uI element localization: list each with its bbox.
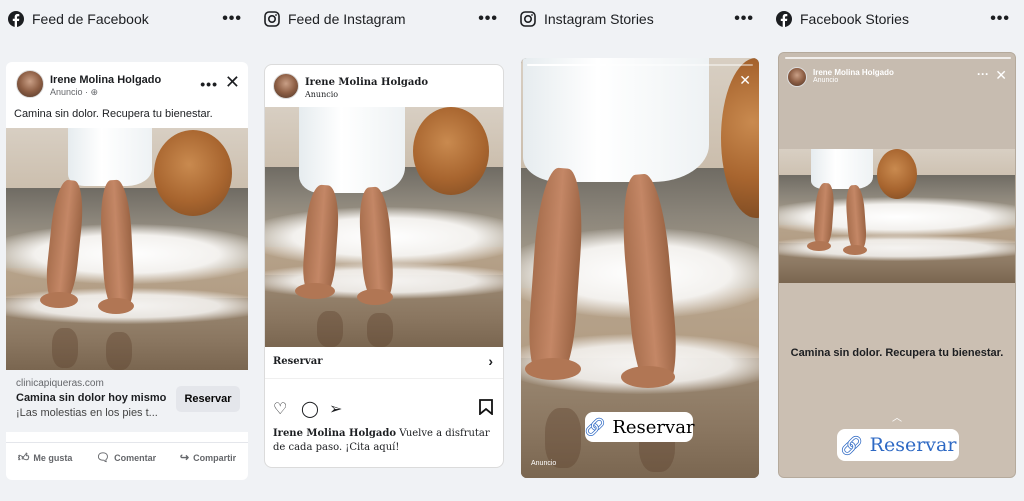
column-title: Instagram Stories — [544, 11, 654, 27]
link-description: ¡Las molestias en los pies t... — [16, 407, 158, 419]
bookmark-icon[interactable] — [479, 399, 493, 420]
chevron-up-icon: ︿ — [892, 413, 902, 424]
caption-username[interactable]: Irene Molina Holgado — [273, 428, 396, 439]
instagram-icon — [264, 11, 280, 27]
instagram-feed-preview: Irene Molina Holgado Anuncio Reservar › … — [264, 64, 504, 468]
reservar-button[interactable]: 🔗︎ Reservar — [837, 429, 959, 461]
sponsored-text: Anuncio — [50, 87, 83, 97]
close-icon[interactable]: ✕ — [225, 72, 240, 93]
link-footer[interactable]: clinicapiqueras.com Camina sin dolor hoy… — [6, 370, 248, 432]
column-title: Feed de Instagram — [288, 11, 406, 27]
globe-icon: ⊕ — [90, 87, 99, 97]
story-text: Camina sin dolor. Recupera tu bienestar. — [790, 347, 1004, 359]
reservar-link[interactable]: Reservar — [273, 356, 323, 367]
advertiser-name[interactable]: Irene Molina Holgado — [305, 77, 428, 88]
avatar — [273, 73, 299, 99]
column-header: Facebook Stories ••• — [774, 0, 1022, 38]
cta-label: Reservar — [869, 434, 957, 456]
ad-image — [6, 128, 248, 370]
more-options-icon[interactable]: ••• — [734, 11, 754, 27]
caption: Irene Molina Holgado Vuelve a disfrutar … — [273, 427, 497, 455]
post-actions: ♡ ◯ ➢ — [273, 399, 497, 419]
close-icon[interactable]: ✕ — [739, 72, 751, 89]
cta-label: Reservar — [612, 416, 695, 438]
column-header: Feed de Instagram ••• — [262, 0, 510, 38]
like-label: Me gusta — [33, 452, 73, 463]
story-progress-fill — [527, 64, 607, 66]
heart-icon[interactable]: ♡ — [273, 399, 287, 419]
facebook-icon — [776, 11, 792, 27]
reservar-button[interactable]: Reservar — [176, 386, 240, 412]
avatar — [16, 70, 44, 98]
reservar-button[interactable]: 🔗︎ Reservar — [583, 412, 695, 442]
share-icon: ↪ — [179, 452, 190, 464]
more-options-icon[interactable]: ••• — [222, 11, 242, 27]
sponsored-label: Anuncio — [813, 77, 839, 84]
primary-text: Camina sin dolor. Recupera tu bienestar. — [14, 108, 213, 120]
comment-button[interactable]: 🗨︎ Comentar — [96, 449, 156, 466]
instagram-story-preview: ✕ 🔗︎ Reservar Anuncio — [521, 58, 759, 478]
column-title: Feed de Facebook — [32, 11, 149, 27]
story-progress — [785, 57, 1011, 59]
story-progress-fill — [785, 57, 1011, 59]
advertiser-name[interactable]: Irene Molina Holgado — [50, 74, 161, 86]
sponsored-label: Anuncio — [531, 460, 557, 467]
cta-bar[interactable]: Reservar › — [265, 347, 503, 379]
comment-label: Comentar — [114, 452, 157, 463]
ad-image — [265, 107, 503, 347]
column-header: Feed de Facebook ••• — [6, 0, 254, 38]
close-icon[interactable]: ✕ — [995, 67, 1007, 84]
sponsored-label: Anuncio — [305, 90, 339, 99]
instagram-icon — [520, 11, 536, 27]
link-headline: Camina sin dolor hoy mismo — [16, 392, 167, 404]
advertiser-name[interactable]: Irene Molina Holgado — [813, 68, 894, 77]
story-progress — [527, 64, 753, 66]
post-header: Irene Molina Holgado Anuncio · ⊕ ••• ✕ — [6, 62, 248, 112]
chevron-right-icon: › — [488, 353, 493, 369]
more-options-icon[interactable]: ••• — [990, 11, 1010, 27]
ad-image — [779, 149, 1015, 283]
share-button[interactable]: ↪ Compartir — [180, 449, 236, 466]
more-options-icon[interactable]: ••• — [478, 11, 498, 27]
send-icon[interactable]: ➢ — [329, 399, 342, 419]
facebook-story-preview: Irene Molina Holgado Anuncio ··· ✕ Camin… — [778, 52, 1016, 478]
link-icon: 🔗︎ — [583, 416, 607, 438]
column-header: Instagram Stories ••• — [518, 0, 766, 38]
post-header: Irene Molina Holgado Anuncio — [265, 65, 503, 109]
thumbs-up-icon: 👍︎ — [17, 452, 30, 464]
share-label: Compartir — [193, 452, 237, 463]
avatar — [787, 67, 807, 87]
column-title: Facebook Stories — [800, 11, 909, 27]
more-options-icon[interactable]: ••• — [200, 76, 218, 92]
facebook-feed-preview: Irene Molina Holgado Anuncio · ⊕ ••• ✕ C… — [6, 62, 248, 480]
more-options-icon[interactable]: ··· — [977, 67, 989, 81]
post-actions: 👍︎ Me gusta 🗨︎ Comentar ↪ Compartir — [6, 442, 248, 466]
comment-icon[interactable]: ◯ — [301, 399, 319, 419]
like-button[interactable]: 👍︎ Me gusta — [18, 449, 73, 466]
sponsored-label: Anuncio · ⊕ — [50, 87, 99, 97]
comment-icon: 🗨︎ — [96, 452, 111, 464]
facebook-icon — [8, 11, 24, 27]
link-icon: 🔗︎ — [839, 434, 864, 457]
link-domain: clinicapiqueras.com — [16, 378, 104, 389]
